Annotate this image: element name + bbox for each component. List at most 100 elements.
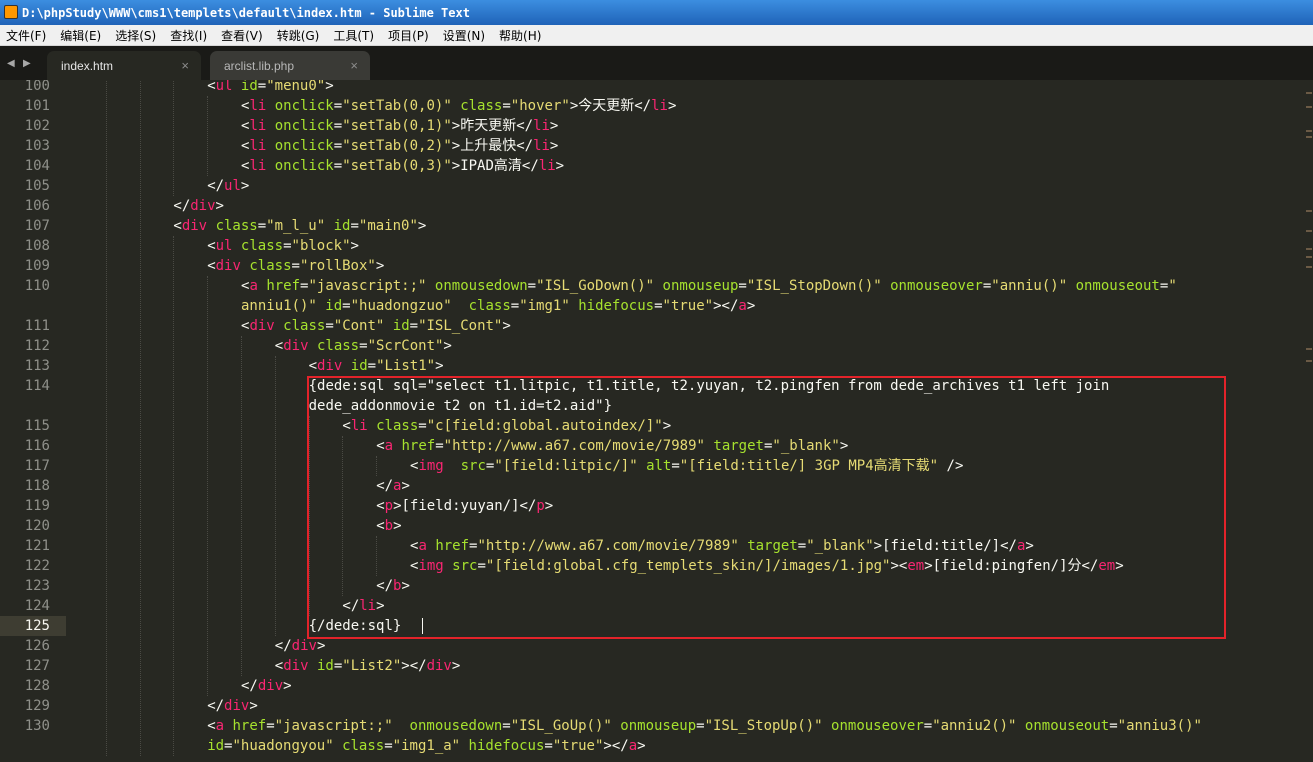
code-line[interactable]: <img src="[field:global.cfg_templets_ski… [410, 556, 1124, 576]
code-token: = [384, 738, 393, 754]
code-line[interactable]: </b> [376, 576, 410, 596]
code-line[interactable]: <div id="List1"> [309, 356, 444, 376]
indent-guide [139, 80, 141, 756]
code-line[interactable]: <p>[field:yuyan/]</p> [376, 496, 553, 516]
menu-find[interactable]: 查找(I) [170, 27, 207, 44]
menu-goto[interactable]: 转跳(G) [277, 27, 320, 44]
tab-forward-arrow-icon[interactable]: ▶ [23, 58, 31, 69]
code-line[interactable]: <a href="javascript:;" onmousedown="ISL_… [241, 276, 1177, 296]
line-number: 116 [24, 438, 50, 454]
code-line[interactable]: </div> [241, 676, 292, 696]
code-token: = [333, 98, 343, 114]
code-line[interactable]: <b> [376, 516, 401, 536]
code-token: onmouseup [662, 278, 739, 294]
code-line[interactable]: <div class="Cont" id="ISL_Cont"> [241, 316, 511, 336]
code-token: onclick [274, 158, 334, 174]
code-token: </ [376, 478, 394, 494]
code-line[interactable]: <div id="List2"></div> [275, 656, 461, 676]
code-line[interactable]: <li class="c[field:global.autoindex/]"> [342, 416, 671, 436]
code-token: "[field:global.cfg_templets_skin/]/image… [485, 558, 891, 574]
code-line[interactable]: <a href="http://www.a67.com/movie/7989" … [376, 436, 848, 456]
line-number-gutter: 100 101 102 103 104 105 106 107 108 109 110 111 112 1… [0, 80, 66, 762]
code-token: > [555, 158, 565, 174]
menu-help[interactable]: 帮助(H) [499, 27, 541, 44]
code-line[interactable]: dede_addonmovie t2 on t1.id=t2.aid"} [309, 396, 612, 416]
menu-preferences[interactable]: 设置(N) [443, 27, 485, 44]
code-line[interactable]: </div> [173, 196, 224, 216]
code-token: div [249, 318, 275, 334]
code-line[interactable]: <li onclick="setTab(0,0)" class="hover">… [241, 96, 676, 116]
tab-arclist-lib-php[interactable]: arclist.lib.php × [210, 51, 370, 80]
code-token: < [207, 718, 216, 734]
window-title: D:\phpStudy\WWW\cms1\templets\default\in… [22, 5, 470, 20]
tab-back-arrow-icon[interactable]: ◀ [7, 58, 15, 69]
code-token: > [451, 658, 461, 674]
code-token: > [1115, 558, 1124, 574]
code-line[interactable]: </div> [275, 636, 326, 656]
code-line[interactable]: </li> [342, 596, 384, 616]
code-line[interactable]: <ul id="menu0"> [207, 80, 333, 96]
menu-file[interactable]: 文件(F) [6, 27, 46, 44]
code-line[interactable]: <div class="ScrCont"> [275, 336, 452, 356]
code-line[interactable]: id="huadongyou" class="img1_a" hidefocus… [207, 736, 645, 756]
code-token: = [257, 80, 267, 94]
code-token: div [257, 678, 284, 694]
minimap-mark [1306, 230, 1312, 232]
code-line[interactable]: </a> [376, 476, 410, 496]
menu-selection[interactable]: 选择(S) [115, 27, 156, 44]
menu-project[interactable]: 项目(P) [388, 27, 429, 44]
code-line[interactable]: <div class="rollBox"> [207, 256, 384, 276]
code-token: div [224, 698, 250, 714]
code-token: = [544, 738, 553, 754]
line-number: 127 [24, 658, 50, 674]
code-token: > [376, 598, 385, 614]
code-token: = [923, 718, 933, 734]
code-token: b [384, 518, 394, 534]
tab-label: index.htm [61, 59, 114, 73]
menu-view[interactable]: 查看(V) [221, 27, 263, 44]
code-line[interactable]: <a href="http://www.a67.com/movie/7989" … [410, 536, 1034, 556]
line-number: 102 [24, 118, 50, 134]
code-line[interactable]: <li onclick="setTab(0,3)">IPAD高清</li> [241, 156, 564, 176]
code-token: "ISL_GoUp()" [510, 718, 612, 734]
code-token: "anniu2()" [932, 718, 1017, 734]
tab-label: arclist.lib.php [224, 59, 295, 73]
minimap[interactable] [1302, 80, 1313, 762]
code-token: >[field:yuyan/]</ [393, 498, 537, 514]
code-line[interactable]: <a href="javascript:;" onmousedown="ISL_… [207, 716, 1202, 736]
code-line[interactable]: anniu1()" id="huadongzuo" class="img1" h… [241, 296, 755, 316]
code-line[interactable]: </div> [207, 696, 258, 716]
menu-tools[interactable]: 工具(T) [333, 27, 374, 44]
code-line[interactable]: <li onclick="setTab(0,1)">昨天更新</li> [241, 116, 558, 136]
code-line[interactable]: <div class="m_l_u" id="main0"> [173, 216, 426, 236]
code-token: > [316, 638, 326, 654]
code-line[interactable]: <li onclick="setTab(0,2)">上升最快</li> [241, 136, 558, 156]
code-token: div [283, 658, 309, 674]
code-line[interactable]: <img src="[field:litpic/]" alt="[field:t… [410, 456, 963, 476]
menu-edit[interactable]: 编辑(E) [60, 27, 101, 44]
line-number: 125 [24, 618, 50, 634]
code-token: >[field:title/]</ [873, 538, 1017, 554]
code-token: > [662, 418, 672, 434]
close-icon[interactable]: × [350, 58, 358, 73]
code-token: = [671, 458, 680, 474]
code-editor[interactable]: 100 101 102 103 104 105 106 107 108 109 110 111 112 1… [0, 80, 1313, 762]
code-token: > [667, 98, 677, 114]
code-line[interactable]: {dede:sql sql="select t1.litpic, t1.titl… [309, 376, 1110, 396]
line-number: 119 [24, 498, 50, 514]
code-token: > [401, 578, 410, 594]
code-line[interactable]: <ul class="block"> [207, 236, 359, 256]
code-line[interactable]: {/dede:sql} [309, 616, 402, 636]
tab-index-htm[interactable]: index.htm × [47, 51, 201, 80]
code-token: = [333, 138, 343, 154]
title-bar: D:\phpStudy\WWW\cms1\templets\default\in… [0, 0, 1313, 25]
close-icon[interactable]: × [181, 58, 189, 73]
code-line[interactable]: </ul> [207, 176, 249, 196]
